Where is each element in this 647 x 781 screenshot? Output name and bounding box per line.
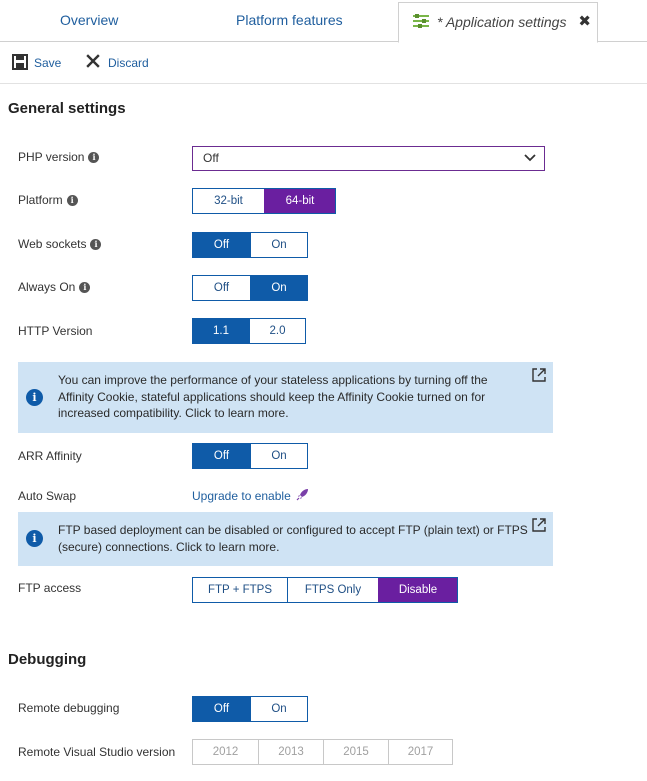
web-sockets-label: Web sockets i: [18, 237, 102, 251]
platform-label: Platform i: [18, 193, 78, 207]
ftp-access-disable[interactable]: Disable: [378, 578, 457, 602]
always-on-on[interactable]: On: [250, 276, 307, 300]
arr-affinity-label: ARR Affinity: [18, 449, 82, 463]
info-icon[interactable]: i: [90, 239, 102, 250]
command-bar: Save Discard: [0, 43, 647, 84]
php-version-dropdown[interactable]: Off: [192, 146, 545, 171]
debugging-heading: Debugging: [8, 651, 87, 668]
vs-version-2012: 2012: [193, 740, 258, 764]
php-version-value: Off: [203, 151, 219, 165]
discard-label: Discard: [108, 56, 149, 70]
vs-version-2015: 2015: [323, 740, 388, 764]
vs-version-2017: 2017: [388, 740, 452, 764]
info-icon[interactable]: i: [88, 152, 100, 163]
web-sockets-on[interactable]: On: [250, 233, 307, 257]
info-icon[interactable]: i: [79, 282, 91, 293]
http-version-label: HTTP Version: [18, 324, 93, 338]
discard-x-icon: [86, 54, 100, 68]
rocket-icon: [296, 489, 308, 501]
ftp-access-ftp-ftps[interactable]: FTP + FTPS: [193, 578, 287, 602]
platform-toggle: 32-bit 64-bit: [192, 188, 336, 214]
ftp-access-toggle: FTP + FTPS FTPS Only Disable: [192, 577, 458, 603]
always-on-toggle: Off On: [192, 275, 308, 301]
info-circle-icon: i: [26, 389, 43, 406]
tab-platform-features[interactable]: Platform features: [236, 0, 343, 42]
tab-application-settings[interactable]: * Application settings ✖: [398, 2, 598, 43]
arr-affinity-off[interactable]: Off: [193, 444, 250, 468]
remote-vs-version-toggle: 2012 2013 2015 2017: [192, 739, 453, 765]
save-icon: [12, 54, 28, 70]
settings-sliders-icon: [413, 14, 429, 29]
remote-vs-version-label: Remote Visual Studio version: [18, 745, 176, 759]
affinity-info-banner[interactable]: i You can improve the performance of you…: [18, 362, 553, 433]
ftp-access-label: FTP access: [18, 581, 82, 595]
general-settings-heading: General settings: [8, 100, 126, 117]
ftp-info-text: FTP based deployment can be disabled or …: [58, 523, 528, 554]
always-on-label: Always On i: [18, 280, 91, 294]
remote-debugging-label: Remote debugging: [18, 701, 120, 715]
upgrade-to-enable-link[interactable]: Upgrade to enable: [192, 489, 308, 503]
web-sockets-toggle: Off On: [192, 232, 308, 258]
tab-application-settings-label: * Application settings: [437, 14, 567, 30]
php-version-label: PHP version i: [18, 150, 100, 164]
http-version-2-0[interactable]: 2.0: [249, 319, 305, 343]
always-on-off[interactable]: Off: [193, 276, 250, 300]
arr-affinity-on[interactable]: On: [250, 444, 307, 468]
http-version-toggle: 1.1 2.0: [192, 318, 306, 344]
remote-debugging-on[interactable]: On: [250, 697, 307, 721]
tab-overview[interactable]: Overview: [60, 0, 118, 42]
http-version-1-1[interactable]: 1.1: [193, 319, 249, 343]
ftp-info-banner[interactable]: i FTP based deployment can be disabled o…: [18, 512, 553, 566]
web-sockets-off[interactable]: Off: [193, 233, 250, 257]
info-circle-icon: i: [26, 530, 43, 547]
affinity-info-text: You can improve the performance of your …: [58, 373, 488, 420]
tab-bar: Overview Platform features * Application…: [0, 0, 647, 43]
arr-affinity-toggle: Off On: [192, 443, 308, 469]
remote-debugging-off[interactable]: Off: [193, 697, 250, 721]
platform-option-64bit[interactable]: 64-bit: [264, 189, 335, 213]
auto-swap-label: Auto Swap: [18, 489, 77, 503]
remote-debugging-toggle: Off On: [192, 696, 308, 722]
save-label: Save: [34, 56, 62, 70]
ftp-access-ftps-only[interactable]: FTPS Only: [287, 578, 378, 602]
chevron-down-icon: [524, 154, 536, 162]
vs-version-2013: 2013: [258, 740, 323, 764]
external-link-icon[interactable]: [531, 367, 547, 383]
platform-option-32bit[interactable]: 32-bit: [193, 189, 264, 213]
external-link-icon[interactable]: [531, 517, 547, 533]
info-icon[interactable]: i: [66, 195, 78, 206]
close-icon[interactable]: ✖: [578, 3, 591, 41]
